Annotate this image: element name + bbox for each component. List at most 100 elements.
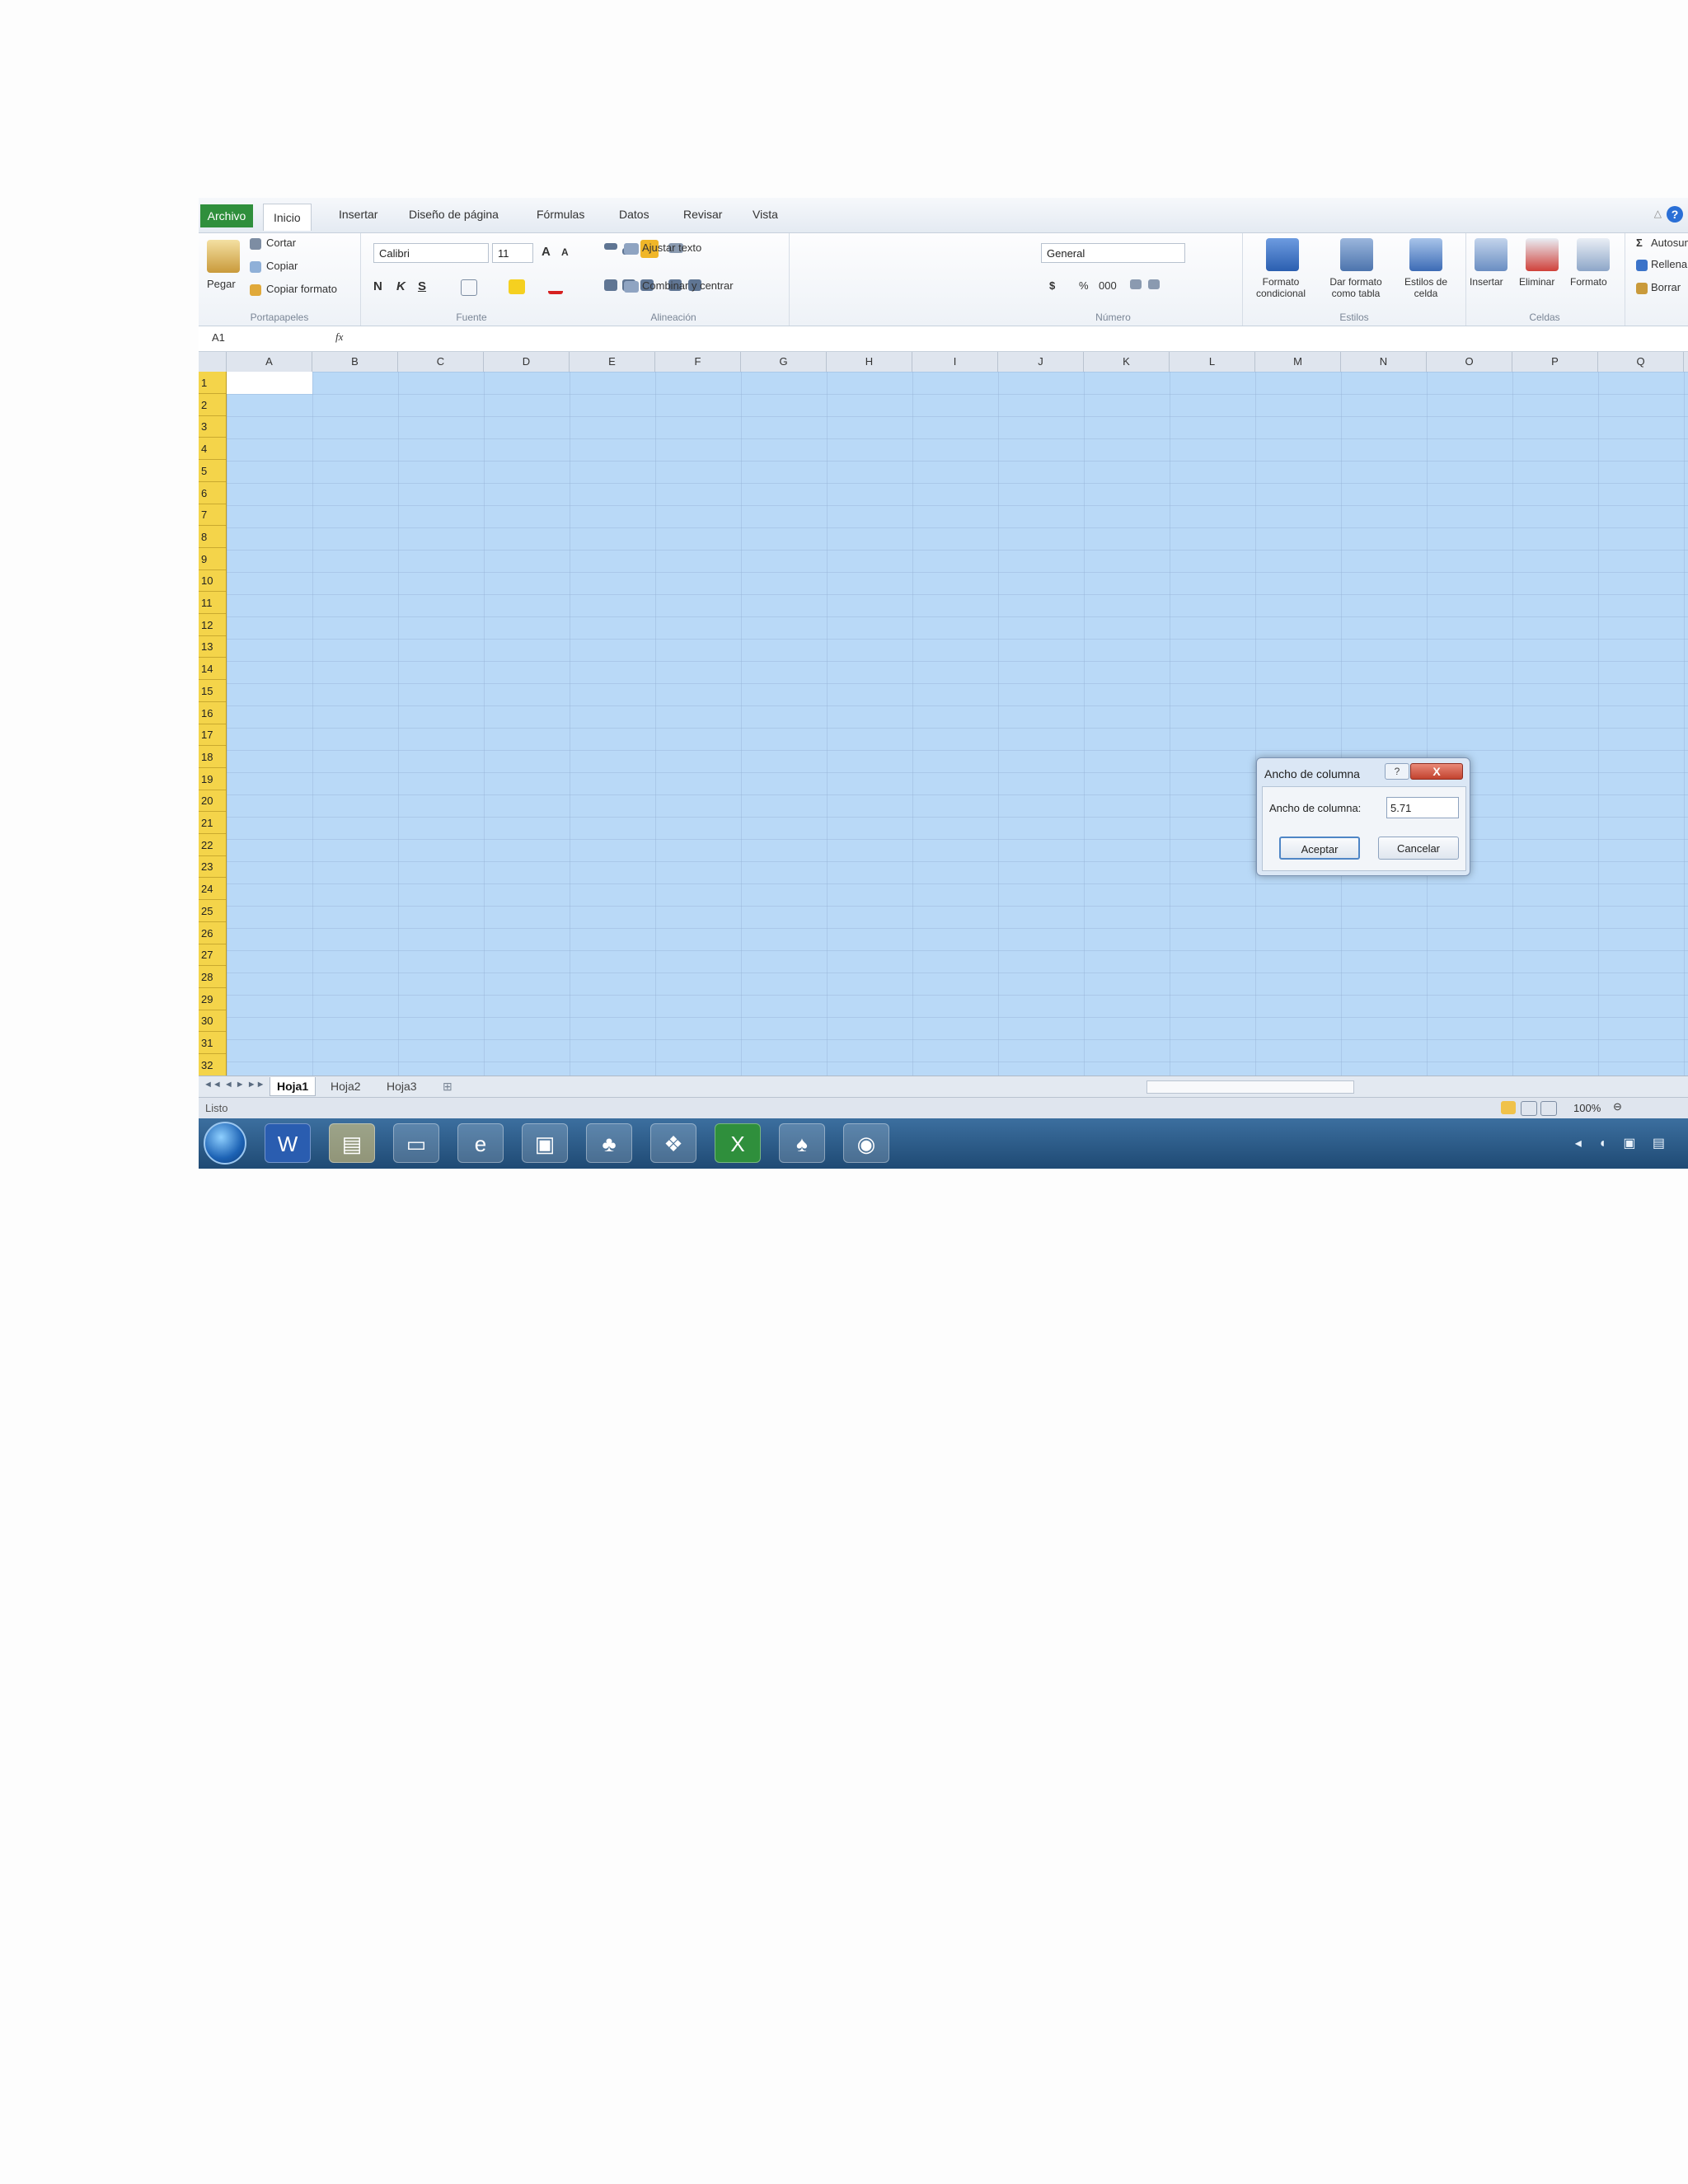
italic-button[interactable]: K	[396, 279, 406, 293]
cancel-button[interactable]: Cancelar	[1378, 837, 1459, 860]
column-header[interactable]: F	[655, 352, 741, 372]
row-header[interactable]: 31	[199, 1032, 226, 1054]
selected-cell-a1[interactable]	[227, 372, 312, 394]
row-header[interactable]: 8	[199, 526, 226, 548]
clear-button[interactable]: Borrar	[1651, 281, 1681, 293]
sheet-nav-icon[interactable]: ◄◄ ◄ ► ►►	[204, 1080, 265, 1090]
format-table-button[interactable]: Dar formato como tabla	[1320, 276, 1391, 299]
row-header[interactable]: 19	[199, 768, 226, 790]
format-cells-button[interactable]: Formato	[1570, 276, 1607, 288]
delete-cells-button[interactable]: Eliminar	[1519, 276, 1554, 288]
normal-view-icon[interactable]	[1501, 1101, 1516, 1114]
system-tray-icons[interactable]: ◂ ◖ ▣ ▤	[1575, 1135, 1672, 1151]
font-color-icon[interactable]	[548, 279, 563, 294]
row-header[interactable]: 7	[199, 504, 226, 527]
row-header[interactable]: 2	[199, 394, 226, 416]
row-header[interactable]: 26	[199, 922, 226, 944]
accept-button[interactable]: Aceptar	[1279, 837, 1360, 860]
row-header[interactable]: 18	[199, 746, 226, 768]
thousands-button[interactable]: 000	[1099, 279, 1117, 292]
row-header[interactable]: 17	[199, 724, 226, 747]
row-header[interactable]: 13	[199, 635, 226, 658]
underline-button[interactable]: S	[418, 279, 426, 293]
increase-decimal-icon[interactable]	[1130, 279, 1142, 289]
font-name-select[interactable]: Calibri	[373, 243, 489, 263]
row-header[interactable]: 29	[199, 988, 226, 1010]
percent-button[interactable]: %	[1079, 279, 1089, 292]
number-format-select[interactable]: General	[1041, 243, 1185, 263]
wrap-text-button[interactable]: Ajustar texto	[642, 241, 701, 254]
column-header[interactable]: P	[1512, 352, 1598, 372]
sheet-tab-hoja2[interactable]: Hoja2	[331, 1080, 361, 1093]
app-icon[interactable]: ♣	[586, 1123, 632, 1163]
minimize-ribbon-icon[interactable]: △	[1654, 208, 1662, 219]
align-left-icon[interactable]	[604, 279, 617, 291]
column-header[interactable]: J	[998, 352, 1084, 372]
tab-insertar[interactable]: Insertar	[339, 208, 377, 221]
row-header[interactable]: 23	[199, 855, 226, 879]
tab-datos[interactable]: Datos	[619, 208, 649, 221]
row-header[interactable]: 22	[199, 834, 226, 856]
column-header[interactable]: Q	[1598, 352, 1684, 372]
help-icon[interactable]: ?	[1667, 206, 1683, 223]
dialog-help-button[interactable]: ?	[1385, 763, 1409, 780]
cell-grid[interactable]	[227, 372, 1688, 1076]
bold-button[interactable]: N	[373, 279, 382, 293]
name-box[interactable]: A1	[212, 331, 225, 344]
column-header[interactable]: L	[1170, 352, 1255, 372]
cut-button[interactable]: Cortar	[266, 237, 296, 249]
currency-button[interactable]: $	[1049, 279, 1055, 292]
column-header[interactable]: C	[398, 352, 484, 372]
column-width-input[interactable]: 5.71	[1386, 797, 1459, 818]
column-header[interactable]: N	[1341, 352, 1427, 372]
sheet-tab-hoja3[interactable]: Hoja3	[387, 1080, 417, 1093]
new-sheet-icon[interactable]: ⊞	[443, 1080, 452, 1094]
column-header[interactable]: O	[1427, 352, 1512, 372]
row-header[interactable]: 12	[199, 614, 226, 636]
fill-color-icon[interactable]	[509, 279, 525, 294]
zoom-level[interactable]: 100%	[1573, 1102, 1601, 1114]
row-header[interactable]: 28	[199, 966, 226, 988]
column-header[interactable]: D	[484, 352, 570, 372]
shrink-font-button[interactable]: A	[561, 246, 569, 258]
copy-button[interactable]: Copiar	[266, 260, 298, 272]
grow-font-button[interactable]: A	[542, 245, 551, 259]
row-header[interactable]: 4	[199, 438, 226, 461]
ie-icon[interactable]: e	[457, 1123, 504, 1163]
explorer-icon[interactable]: ▤	[329, 1123, 375, 1163]
cell-styles-button[interactable]: Estilos de celda	[1393, 276, 1459, 299]
media-icon[interactable]: ▣	[522, 1123, 568, 1163]
tab-archivo[interactable]: Archivo	[200, 204, 253, 227]
select-all-corner[interactable]	[199, 352, 227, 372]
conditional-format-button[interactable]: Formato condicional	[1248, 276, 1314, 299]
row-header[interactable]: 27	[199, 944, 226, 967]
tab-formulas[interactable]: Fórmulas	[537, 208, 584, 221]
tab-inicio[interactable]: Inicio	[263, 204, 312, 231]
column-header[interactable]: G	[741, 352, 827, 372]
row-header[interactable]: 15	[199, 680, 226, 702]
row-header[interactable]: 21	[199, 812, 226, 834]
dialog-close-button[interactable]: X	[1410, 763, 1463, 780]
column-header[interactable]: H	[827, 352, 912, 372]
page-layout-view-icon[interactable]	[1521, 1101, 1537, 1116]
font-size-select[interactable]: 11	[492, 243, 533, 263]
row-header[interactable]: 25	[199, 900, 226, 922]
tab-revisar[interactable]: Revisar	[683, 208, 722, 221]
word-icon[interactable]: W	[265, 1123, 311, 1163]
formula-input[interactable]	[359, 329, 1677, 349]
row-header[interactable]: 14	[199, 658, 226, 681]
column-header[interactable]: K	[1084, 352, 1170, 372]
column-header[interactable]: B	[312, 352, 398, 372]
align-top-icon[interactable]	[604, 243, 617, 250]
fill-button[interactable]: Rellenar	[1651, 258, 1688, 270]
row-header[interactable]: 16	[199, 702, 226, 724]
row-header[interactable]: 30	[199, 1010, 226, 1033]
column-header[interactable]: E	[570, 352, 655, 372]
row-header[interactable]: 9	[199, 548, 226, 570]
row-header[interactable]: 11	[199, 592, 226, 614]
row-header[interactable]: 10	[199, 569, 226, 593]
chrome-icon[interactable]: ◉	[843, 1123, 889, 1163]
row-header[interactable]: 6	[199, 482, 226, 504]
dropbox-icon[interactable]: ❖	[650, 1123, 696, 1163]
merge-center-button[interactable]: Combinar y centrar	[642, 279, 734, 292]
